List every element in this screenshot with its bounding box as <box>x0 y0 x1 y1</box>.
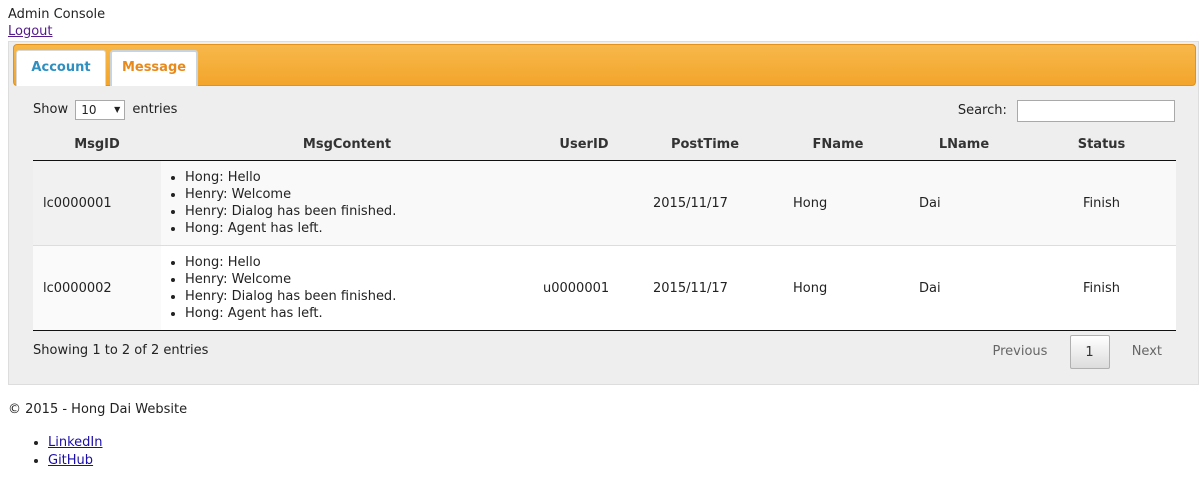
column-header-userid[interactable]: UserID <box>533 128 635 161</box>
cell-fname: Hong <box>775 245 901 331</box>
footer-link-item: LinkedIn <box>48 434 102 452</box>
dropdown-arrow-icon: ▼ <box>114 105 121 114</box>
cell-userid: u0000001 <box>533 245 635 331</box>
message-table-wrap: MsgID MsgContent UserID PostTime FName L… <box>33 128 1176 331</box>
cell-fname: Hong <box>775 160 901 246</box>
search-label: Search: <box>957 103 1007 118</box>
cell-userid <box>533 160 635 246</box>
table-row: lc0000002 Hong: Hello Henry: Welcome Hen… <box>33 245 1176 331</box>
search-control: Search: <box>958 100 1175 123</box>
site-title: Admin Console <box>8 7 106 22</box>
table-info-text: Showing 1 to 2 of 2 entries <box>33 343 209 358</box>
pagination: Previous 1 Next <box>980 335 1174 369</box>
tab-account[interactable]: Account <box>16 50 106 86</box>
column-header-msgcontent[interactable]: MsgContent <box>161 128 533 161</box>
page-length-select[interactable]: 10 ▼ <box>75 100 126 120</box>
column-header-lname[interactable]: LName <box>901 128 1027 161</box>
cell-msgcontent: Hong: Hello Henry: Welcome Henry: Dialog… <box>161 245 533 331</box>
logout-link[interactable]: Logout <box>8 24 105 40</box>
cell-status: Finish <box>1027 245 1176 331</box>
page-length-value: 10 <box>81 103 97 117</box>
message-list: Hong: Hello Henry: Welcome Henry: Dialog… <box>171 254 529 322</box>
message-line: Henry: Dialog has been finished. <box>185 203 529 220</box>
table-header-row: MsgID MsgContent UserID PostTime FName L… <box>33 128 1176 161</box>
entries-label: entries <box>132 102 178 117</box>
page-length-control: Show 10 ▼ entries <box>33 100 177 121</box>
cell-lname: Dai <box>901 160 1027 246</box>
cell-msgcontent: Hong: Hello Henry: Welcome Henry: Dialog… <box>161 160 533 246</box>
message-line: Henry: Dialog has been finished. <box>185 288 529 305</box>
cell-posttime: 2015/11/17 <box>635 160 775 246</box>
message-line: Hong: Agent has left. <box>185 220 529 237</box>
footer-links: LinkedIn GitHub <box>8 434 102 470</box>
message-list: Hong: Hello Henry: Welcome Henry: Dialog… <box>171 169 529 237</box>
message-line: Hong: Hello <box>185 169 529 186</box>
message-line: Hong: Agent has left. <box>185 305 529 322</box>
show-label: Show <box>33 102 69 117</box>
cell-status: Finish <box>1027 160 1176 246</box>
cell-posttime: 2015/11/17 <box>635 245 775 331</box>
linkedin-link[interactable]: LinkedIn <box>48 435 102 450</box>
cell-lname: Dai <box>901 245 1027 331</box>
message-panel: Account Message Show 10 ▼ entries Search… <box>8 41 1199 385</box>
tab-bar: Account Message <box>13 44 1196 86</box>
table-row: lc0000001 Hong: Hello Henry: Welcome Hen… <box>33 160 1176 246</box>
message-line: Hong: Hello <box>185 254 529 271</box>
column-header-posttime[interactable]: PostTime <box>635 128 775 161</box>
footer-copyright: © 2015 - Hong Dai Website <box>8 402 188 417</box>
footer-link-item: GitHub <box>48 452 102 470</box>
column-header-msgid[interactable]: MsgID <box>33 128 161 161</box>
github-link[interactable]: GitHub <box>48 453 93 468</box>
column-header-fname[interactable]: FName <box>775 128 901 161</box>
column-header-status[interactable]: Status <box>1027 128 1176 161</box>
tab-message[interactable]: Message <box>110 50 198 86</box>
page-header: Admin Console Logout <box>8 6 105 40</box>
next-page-button[interactable]: Next <box>1120 335 1174 369</box>
previous-page-button[interactable]: Previous <box>980 335 1059 369</box>
message-table: MsgID MsgContent UserID PostTime FName L… <box>33 128 1176 331</box>
page-button-current[interactable]: 1 <box>1069 335 1110 369</box>
cell-msgid: lc0000002 <box>33 245 161 331</box>
message-line: Henry: Welcome <box>185 186 529 203</box>
message-line: Henry: Welcome <box>185 271 529 288</box>
cell-msgid: lc0000001 <box>33 160 161 246</box>
search-input[interactable] <box>1017 100 1175 122</box>
